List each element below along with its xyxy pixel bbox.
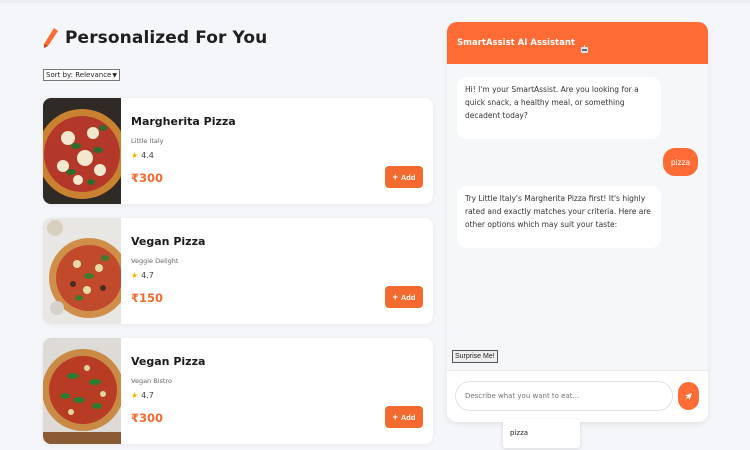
dish-name: Margherita Pizza [131, 115, 236, 128]
dish-rating: ★ 4.7 [131, 391, 154, 400]
user-message: pizza [663, 148, 698, 176]
add-to-cart-button[interactable]: + Add [385, 286, 423, 308]
rating-value: 4.7 [141, 271, 154, 280]
dish-name: Vegan Pizza [131, 235, 206, 248]
chat-input[interactable] [455, 381, 673, 411]
chat-input-bar [447, 370, 708, 422]
send-button[interactable] [678, 382, 699, 410]
plus-icon: + [392, 411, 398, 422]
bot-message: Hi! I'm your SmartAssist. Are you lookin… [457, 77, 661, 139]
rating-value: 4.7 [141, 391, 154, 400]
dish-rating: ★ 4.4 [131, 151, 154, 160]
star-icon: ★ [131, 391, 139, 400]
rating-value: 4.4 [141, 151, 154, 160]
dish-card[interactable]: Vegan Pizza Veggie Delight ★ 4.7 ₹150 + … [43, 218, 433, 324]
dish-price: ₹300 [131, 171, 164, 185]
bot-message: Try Little Italy's Margherita Pizza firs… [457, 186, 661, 248]
dish-card[interactable]: Margherita Pizza Little Italy ★ 4.4 ₹300… [43, 98, 433, 204]
send-icon [684, 389, 693, 404]
section-heading: Personalized For You [43, 22, 433, 54]
dish-image [43, 218, 121, 324]
dish-image [43, 338, 121, 444]
page-title: Personalized For You [65, 28, 268, 48]
sort-select[interactable]: Sort by: Relevance ▼ [43, 69, 120, 81]
robot-icon [580, 39, 589, 53]
restaurant-name: Vegan Bistro [131, 377, 172, 385]
add-button-label: Add [400, 172, 416, 182]
chat-header: SmartAssist AI Assistant [447, 22, 708, 64]
sort-select-label: Sort by: Relevance [46, 70, 112, 79]
chat-title: SmartAssist AI Assistant [457, 38, 575, 48]
pencil-icon [43, 27, 59, 49]
add-to-cart-button[interactable]: + Add [385, 166, 423, 188]
add-button-label: Add [400, 412, 416, 422]
star-icon: ★ [131, 151, 139, 160]
dish-price: ₹150 [131, 291, 164, 305]
recommendations-panel: Personalized For You Sort by: Relevance … [43, 22, 433, 444]
surprise-me-button[interactable]: Surprise Me! [452, 350, 498, 363]
autocomplete-suggestion[interactable]: pizza [503, 419, 580, 448]
plus-icon: + [392, 291, 398, 302]
chevron-down-icon: ▼ [112, 71, 117, 79]
add-button-label: Add [400, 292, 416, 302]
restaurant-name: Little Italy [131, 137, 164, 145]
dish-rating: ★ 4.7 [131, 271, 154, 280]
dish-card[interactable]: Vegan Pizza Vegan Bistro ★ 4.7 ₹300 + Ad… [43, 338, 433, 444]
add-to-cart-button[interactable]: + Add [385, 406, 423, 428]
dish-name: Vegan Pizza [131, 355, 206, 368]
dish-price: ₹300 [131, 411, 164, 425]
dish-image [43, 98, 121, 204]
star-icon: ★ [131, 271, 139, 280]
top-border [0, 0, 750, 3]
chat-assistant-panel: SmartAssist AI Assistant Hi! I'm your Sm… [447, 22, 708, 422]
plus-icon: + [392, 171, 398, 182]
restaurant-name: Veggie Delight [131, 257, 179, 265]
